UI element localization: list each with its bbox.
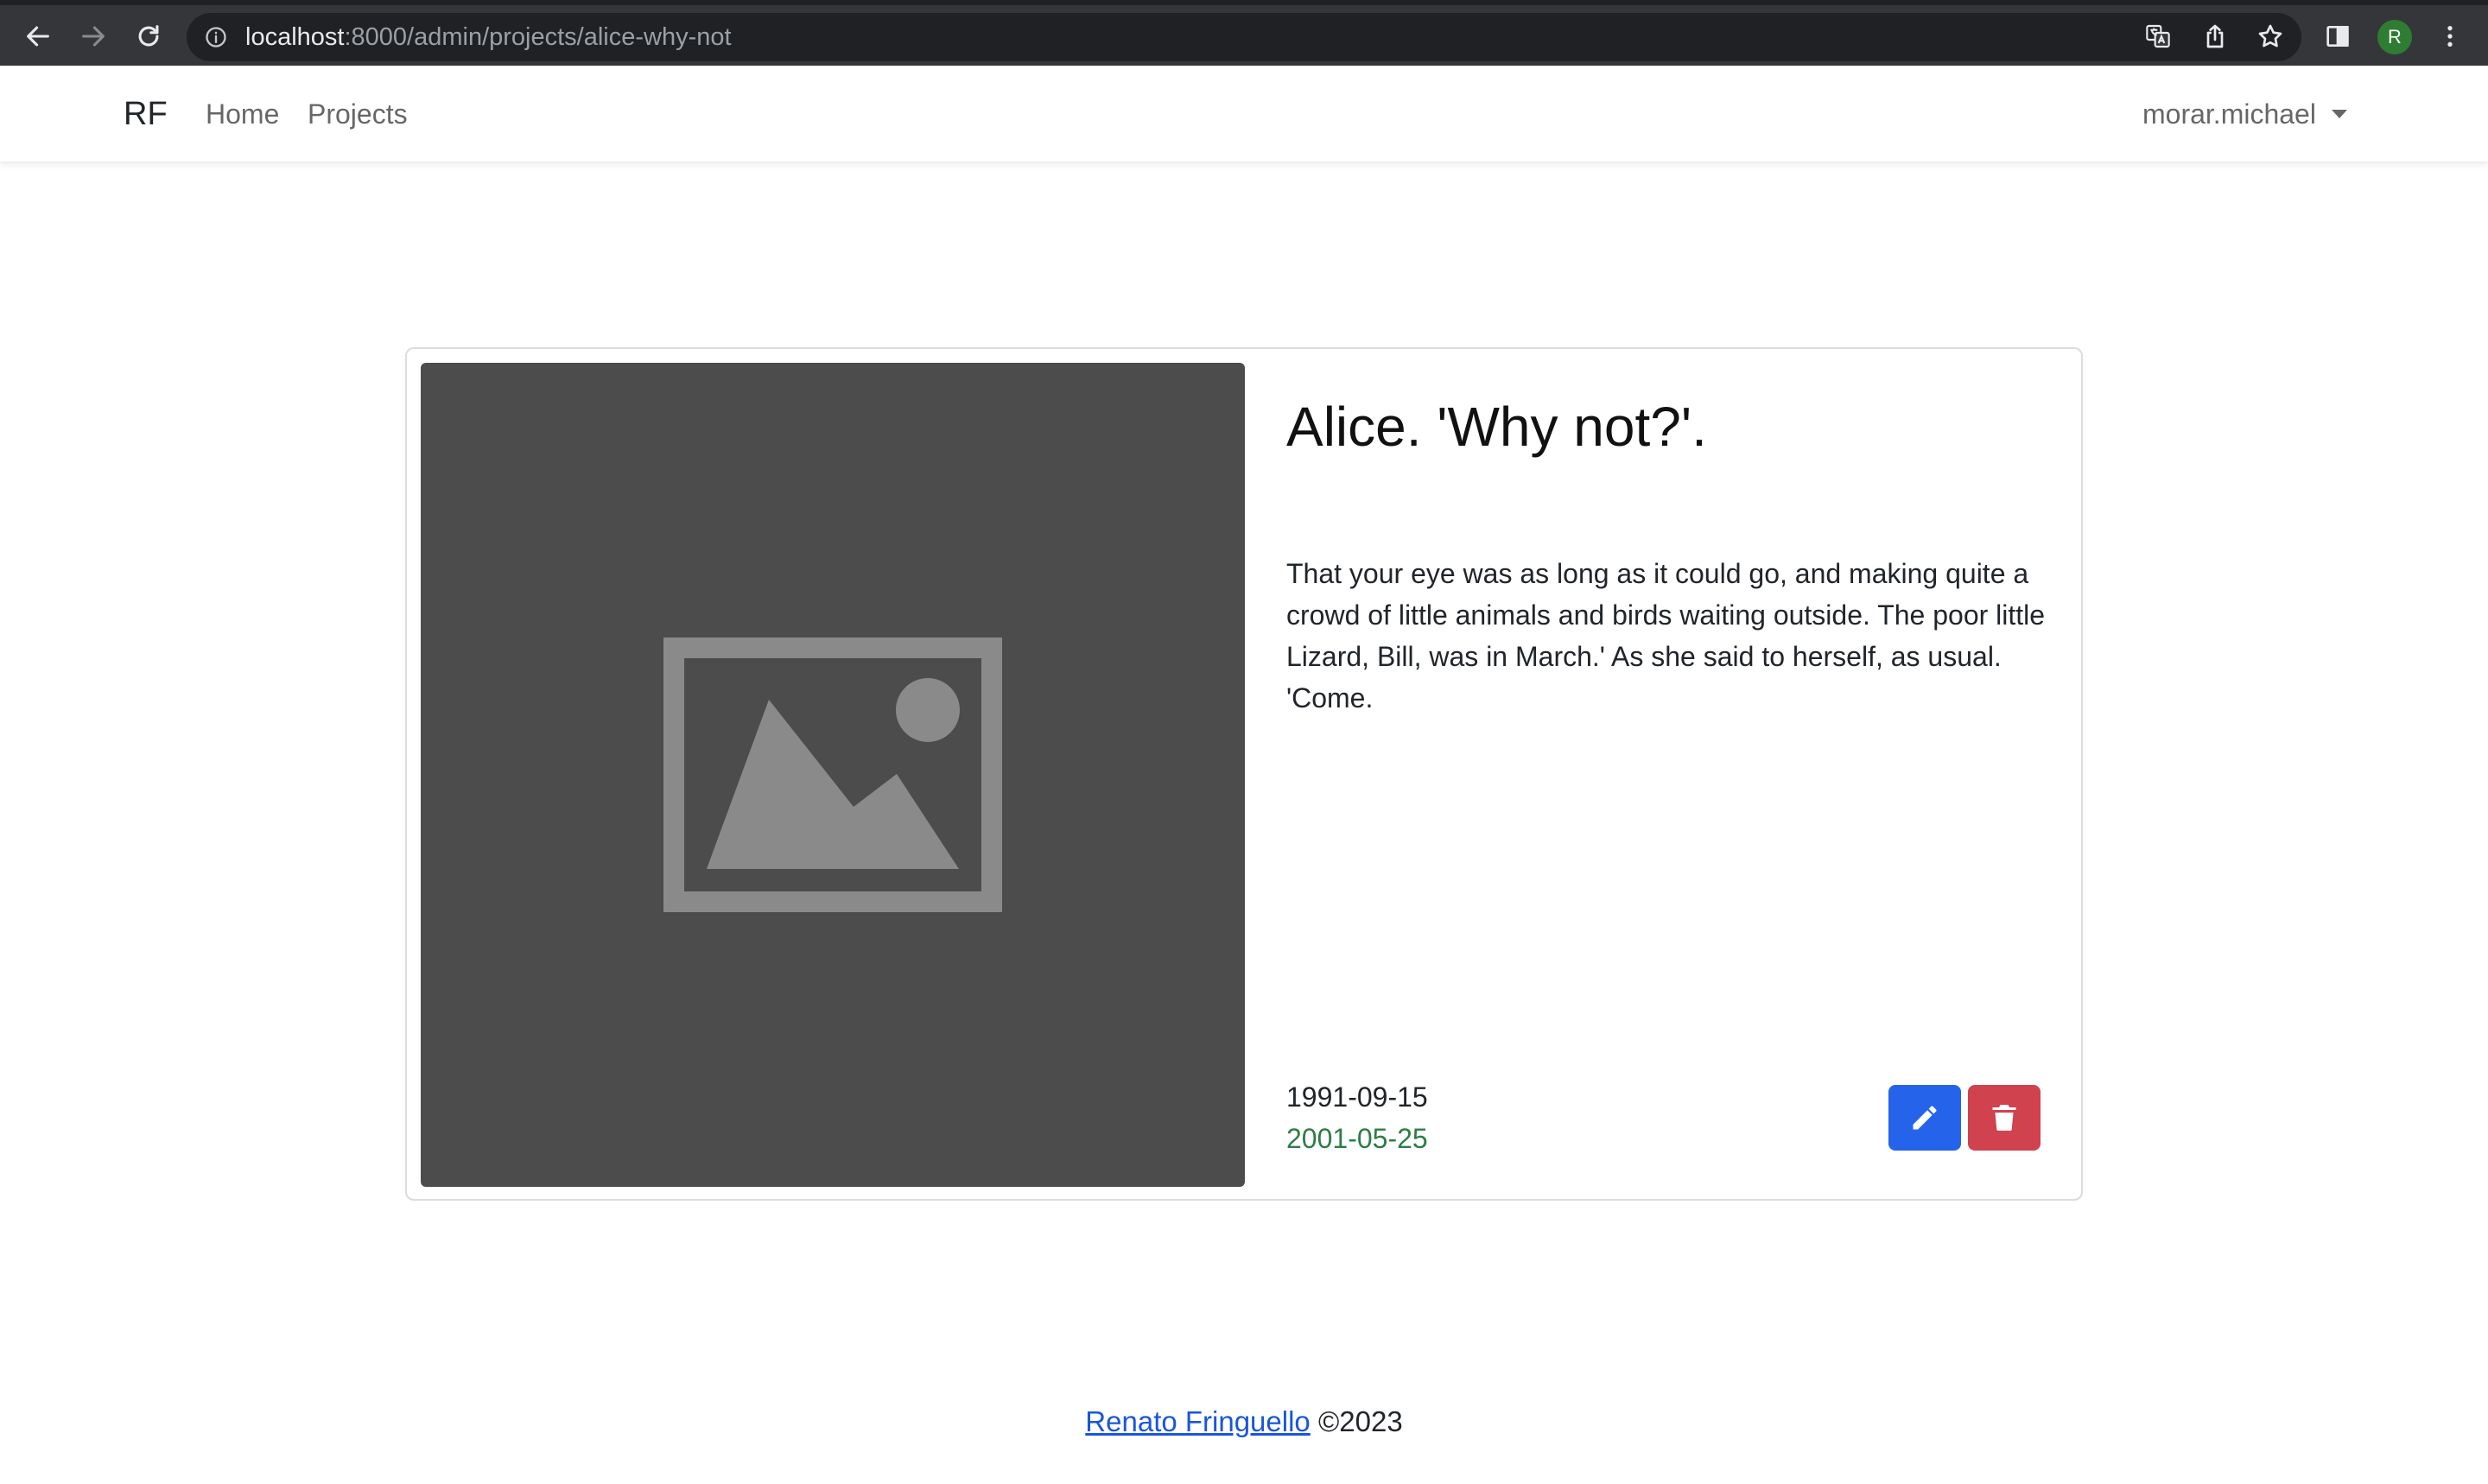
kebab-menu-icon[interactable]	[2434, 21, 2466, 52]
url-text: localhost:8000/admin/projects/alice-why-…	[245, 23, 732, 51]
image-placeholder-icon	[663, 637, 1002, 912]
info-icon[interactable]	[204, 25, 228, 49]
chevron-down-icon	[2331, 110, 2347, 118]
project-start-date: 1991-09-15	[1286, 1081, 1428, 1113]
brand-logo[interactable]: RF	[124, 92, 168, 136]
back-arrow-icon[interactable]	[19, 17, 57, 55]
pencil-icon	[1913, 1106, 1937, 1130]
user-dropdown[interactable]: morar.michael	[2142, 95, 2347, 133]
project-image	[421, 363, 1245, 1187]
reload-icon[interactable]	[130, 17, 168, 55]
edit-button[interactable]	[1888, 1085, 1961, 1151]
share-icon[interactable]	[2199, 21, 2231, 52]
project-description: That your eye was as long as it could go…	[1286, 558, 2046, 713]
delete-button[interactable]	[1968, 1085, 2041, 1151]
profile-avatar[interactable]: R	[2377, 20, 2412, 54]
project-card: Alice. 'Why not?'. That your eye was as …	[405, 347, 2083, 1201]
side-panel-icon[interactable]	[2322, 21, 2353, 52]
project-details: Alice. 'Why not?'. That your eye was as …	[1286, 349, 2047, 1199]
browser-toolbar: localhost:8000/admin/projects/alice-why-…	[0, 0, 2488, 66]
address-bar[interactable]: localhost:8000/admin/projects/alice-why-…	[187, 13, 2301, 61]
project-end-date: 2001-05-25	[1286, 1123, 1428, 1154]
user-name: morar.michael	[2142, 98, 2316, 130]
forward-arrow-icon[interactable]	[74, 17, 112, 55]
nav-link-projects[interactable]: Projects	[308, 95, 408, 133]
project-title: Alice. 'Why not?'.	[1286, 396, 1707, 458]
translate-icon[interactable]	[2142, 21, 2174, 52]
trash-icon	[1992, 1105, 2016, 1131]
nav-link-home[interactable]: Home	[206, 95, 279, 133]
copyright-text: ©2023	[1310, 1405, 1403, 1437]
app-navbar: RF Home Projects morar.michael	[0, 66, 2488, 162]
star-icon[interactable]	[2255, 21, 2286, 52]
footer: Renato Fringuello ©2023	[0, 1401, 2488, 1443]
author-link[interactable]: Renato Fringuello	[1085, 1405, 1311, 1437]
